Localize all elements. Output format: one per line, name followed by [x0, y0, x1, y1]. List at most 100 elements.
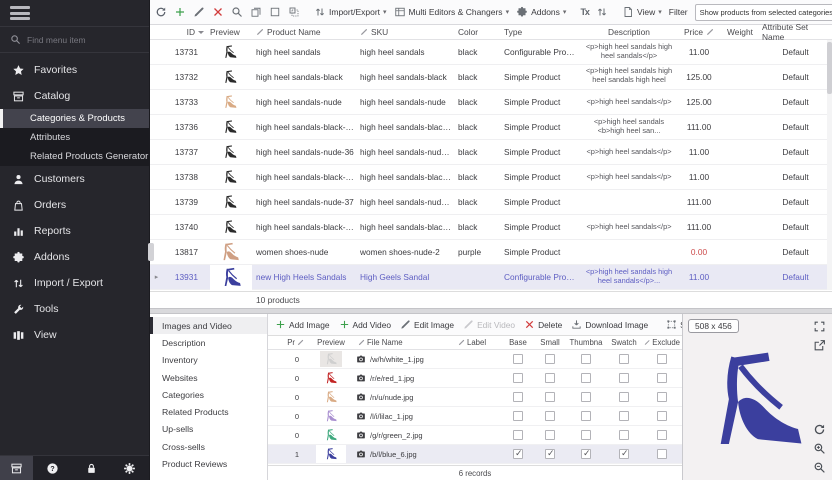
table-row[interactable]: ▸ 13738 high heel sandals-black-37 high … — [150, 165, 832, 190]
image-row[interactable]: ▸ 0 /r/e/red_1.jpg — [268, 369, 682, 388]
addons-dropdown[interactable]: Addons▾ — [516, 6, 566, 18]
text-attributes-icon[interactable]: Tx — [580, 7, 589, 17]
checkbox-small[interactable] — [545, 430, 555, 440]
checkbox-small[interactable] — [545, 392, 555, 402]
col-header-small[interactable]: Small — [534, 338, 566, 347]
sidebar-item-favorites[interactable]: Favorites — [0, 57, 149, 83]
sidebar-item-categories-products[interactable]: Categories & Products — [0, 109, 149, 128]
checkbox-exclude[interactable] — [657, 430, 667, 440]
tab-cross-sells[interactable]: Cross-sells — [150, 438, 267, 455]
checkbox-thumbnail[interactable] — [581, 411, 591, 421]
table-row[interactable]: ▸ 13740 high heel sandals-black-38 high … — [150, 215, 832, 240]
image-row[interactable]: ▸ 0 /g/r/green_2.jpg — [268, 426, 682, 445]
sidebar-item-catalog[interactable]: Catalog — [0, 83, 149, 109]
checkbox-small[interactable] — [545, 373, 555, 383]
edit-video-button[interactable]: Edit Video — [463, 319, 515, 330]
checkbox-swatch[interactable] — [619, 354, 629, 364]
checkbox-base[interactable] — [513, 411, 523, 421]
lock-button[interactable] — [72, 462, 111, 475]
table-row[interactable]: ▸ 13737 high heel sandals-nude-36 high h… — [150, 140, 832, 165]
col-header-type[interactable]: Type — [501, 27, 581, 37]
import-export-dropdown[interactable]: Import/Export▾ — [314, 6, 387, 18]
checkbox-thumbnail[interactable] — [581, 392, 591, 402]
sidebar-item-tools[interactable]: Tools — [0, 296, 149, 322]
col-header-thumbnail[interactable]: Thumbna — [566, 338, 606, 347]
sidebar-item-reports[interactable]: Reports — [0, 218, 149, 244]
table-row[interactable]: ▸ 13739 high heel sandals-nude-37 high h… — [150, 190, 832, 215]
sidebar-item-customers[interactable]: Customers — [0, 166, 149, 192]
col-header-description[interactable]: Description — [581, 27, 677, 37]
table-row[interactable]: ▸ 13732 high heel sandals-black high hee… — [150, 65, 832, 90]
col-header-attribute-set[interactable]: Attribute Set Name — [759, 22, 832, 42]
checkbox-exclude[interactable] — [657, 354, 667, 364]
table-row[interactable]: ▸ 13731 high heel sandals high heel sand… — [150, 40, 832, 65]
col-header-label[interactable]: Label — [456, 338, 502, 347]
sidebar-item-addons[interactable]: Addons — [0, 244, 149, 270]
checkbox-swatch[interactable] — [619, 449, 629, 459]
image-row[interactable]: ▸ 0 /l/i/lilac_1.jpg — [268, 407, 682, 426]
tab-product-reviews[interactable]: Product Reviews — [150, 455, 267, 472]
table-row[interactable]: ▸ 13931 new High Heels Sandals High Geel… — [150, 265, 832, 290]
tab-inventory[interactable]: Inventory — [150, 352, 267, 369]
delete-product-button[interactable] — [212, 6, 224, 18]
sidebar-item-orders[interactable]: Orders — [0, 192, 149, 218]
scrollbar-thumb[interactable] — [827, 42, 832, 94]
checkbox-exclude[interactable] — [657, 373, 667, 383]
copy-button[interactable] — [250, 6, 262, 18]
row-expander[interactable]: ▸ — [150, 273, 163, 281]
tab-description[interactable]: Description — [150, 334, 267, 351]
sidebar-splitter-handle[interactable] — [148, 243, 154, 261]
table-row[interactable]: ▸ 13733 high heel sandals-nude high heel… — [150, 90, 832, 115]
refresh-button[interactable] — [155, 6, 167, 18]
sidebar-item-attributes[interactable]: Attributes — [0, 128, 149, 147]
checkbox-exclude[interactable] — [657, 392, 667, 402]
duplicate-button[interactable] — [288, 6, 300, 18]
sidebar-item-import-export[interactable]: Import / Export — [0, 270, 149, 296]
col-header-sku[interactable]: SKU — [357, 27, 455, 37]
table-row[interactable]: ▸ 13817 women shoes-nude women shoes-nud… — [150, 240, 832, 265]
sidebar-item-view[interactable]: View — [0, 322, 149, 348]
checkbox-thumbnail[interactable] — [581, 449, 591, 459]
checkbox-small[interactable] — [545, 411, 555, 421]
sidebar-search-input[interactable] — [27, 35, 139, 45]
category-filter-select[interactable]: Show products from selected categories▾ — [695, 4, 832, 21]
multi-editors-dropdown[interactable]: Multi Editors & Changers▾ — [394, 6, 510, 18]
tab-websites[interactable]: Websites — [150, 369, 267, 386]
checkbox-base[interactable] — [513, 392, 523, 402]
add-video-button[interactable]: Add Video — [339, 319, 392, 330]
checkbox-swatch[interactable] — [619, 411, 629, 421]
checkbox-base[interactable] — [513, 354, 523, 364]
settings-button[interactable] — [110, 462, 149, 475]
checkbox-exclude[interactable] — [657, 411, 667, 421]
tab-up-sells[interactable]: Up-sells — [150, 421, 267, 438]
refresh-preview-icon[interactable] — [813, 423, 826, 436]
col-header-price[interactable]: Price — [677, 27, 721, 37]
fullscreen-icon[interactable] — [813, 320, 826, 333]
open-external-icon[interactable] — [813, 339, 826, 352]
checkbox-thumbnail[interactable] — [581, 354, 591, 364]
download-image-button[interactable]: Download Image — [571, 319, 648, 330]
checkbox-thumbnail[interactable] — [581, 373, 591, 383]
image-row[interactable]: ▸ 0 /w/h/white_1.jpg — [268, 350, 682, 369]
col-header-base[interactable]: Base — [502, 338, 534, 347]
image-row[interactable]: ▸ 0 /n/u/nude.jpg — [268, 388, 682, 407]
checkbox-base[interactable] — [513, 373, 523, 383]
checkbox-small[interactable] — [545, 449, 555, 459]
tab-categories[interactable]: Categories — [150, 386, 267, 403]
table-row[interactable]: ▸ 13736 high heel sandals-black-36 high … — [150, 115, 832, 140]
image-row[interactable]: ▸ 1 /b/l/blue_6.jpg — [268, 445, 682, 464]
col-header-product-name[interactable]: Product Name — [253, 27, 357, 37]
view-dropdown[interactable]: View▾ — [622, 6, 662, 18]
add-product-button[interactable] — [174, 6, 186, 18]
sidebar-item-related-products-generator[interactable]: Related Products Generator — [0, 147, 149, 166]
add-image-button[interactable]: Add Image — [275, 319, 330, 330]
edit-image-button[interactable]: Edit Image — [400, 319, 454, 330]
zoom-in-icon[interactable] — [813, 442, 826, 455]
store-button[interactable] — [0, 456, 33, 480]
tab-images-and-video[interactable]: Images and Video — [150, 317, 267, 334]
tab-related-products[interactable]: Related Products — [150, 403, 267, 420]
col-header-exclude[interactable]: Exclude — [642, 338, 682, 347]
delete-image-button[interactable]: Delete — [524, 319, 562, 330]
col-header-swatch[interactable]: Swatch — [606, 338, 642, 347]
checkbox-thumbnail[interactable] — [581, 430, 591, 440]
